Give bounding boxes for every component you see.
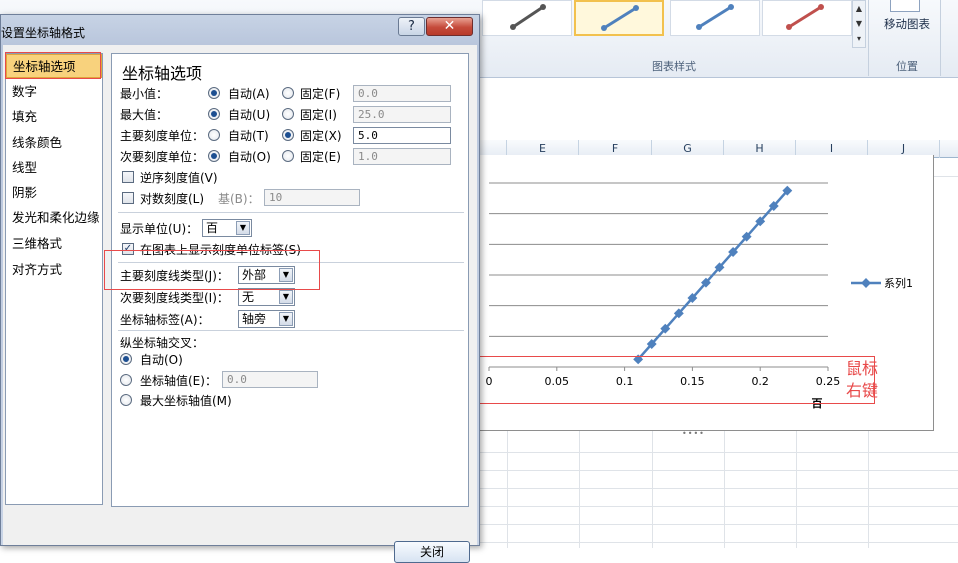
chart-resize-handle[interactable]: •••• [682,429,705,438]
cross-auto-label[interactable]: 自动(O) [140,351,183,368]
minor-auto-label[interactable]: 自动(O) [228,148,271,165]
cross-label: 纵坐标轴交叉： [120,336,205,350]
gallery-up-icon[interactable]: ▲ [853,1,865,16]
log-base-field[interactable]: 10 [264,189,360,206]
panel-separator [118,212,464,213]
major-auto-label[interactable]: 自动(T) [228,127,269,144]
minor-unit-label: 次要刻度单位： [120,150,205,164]
log-scale-checkbox[interactable] [122,192,134,204]
nav-item-alignment[interactable]: 对齐方式 [6,258,102,282]
chart-style-2-preview [601,5,639,31]
minor-tick-select[interactable]: 无 ▼ [238,288,295,306]
chevron-down-icon[interactable]: ▼ [236,221,250,235]
grid-row-line [470,524,958,525]
minor-tick-value: 无 [242,290,255,304]
move-chart-button[interactable]: 移动图表 [874,16,940,32]
chart-style-1-preview [510,4,546,30]
chart-style-2[interactable] [574,0,664,36]
ribbon-group-separator [940,0,941,76]
grid-row-line [470,542,958,543]
nav-highlight-box [5,52,101,79]
move-chart-icon[interactable] [890,0,920,12]
close-icon[interactable]: ✕ [426,17,473,36]
max-auto-radio[interactable] [208,108,220,120]
log-base-label: 基(B)： [218,192,260,206]
nav-item-line-color[interactable]: 线条颜色 [6,131,102,155]
major-value-field[interactable]: 5.0 [353,127,451,144]
axis-highlight-box [471,356,875,404]
display-unit-select[interactable]: 百 ▼ [202,219,252,237]
ribbon-group-separator [868,0,869,76]
gallery-down-icon[interactable]: ▼ [853,16,865,31]
grid-row-line [470,488,958,489]
display-unit-label: 显示单位(U)： [120,222,199,236]
cross-max-radio[interactable] [120,394,132,406]
chart-style-3[interactable] [670,0,760,36]
dialog-body: 坐标轴选项 数字 填充 线条颜色 线型 阴影 发光和柔化边缘 三维格式 对齐方式… [3,45,477,563]
minor-fixed-radio[interactable] [282,150,294,162]
max-fixed-radio[interactable] [282,108,294,120]
help-button[interactable]: ? [398,17,425,36]
major-fixed-label[interactable]: 固定(X) [300,127,342,144]
reverse-label[interactable]: 逆序刻度值(V) [140,169,218,186]
dialog-title: 设置坐标轴格式 [1,26,86,40]
format-axis-dialog: 设置坐标轴格式 ? ✕ 坐标轴选项 数字 填充 线条颜色 线型 阴影 发光和柔化… [0,14,480,563]
chart-style-4-preview [786,4,824,30]
nav-list: 坐标轴选项 数字 填充 线条颜色 线型 阴影 发光和柔化边缘 三维格式 对齐方式 [5,53,103,505]
min-auto-radio[interactable] [208,87,220,99]
max-label: 最大值： [120,108,169,122]
min-fixed-label[interactable]: 固定(F) [300,85,340,102]
nav-item-fill[interactable]: 填充 [6,105,102,129]
grid-row-line [470,452,958,453]
grid-row-line [470,470,958,471]
axis-labels-label: 坐标轴标签(A)： [120,313,210,327]
chart-styles-group-label: 图表样式 [652,60,696,73]
cross-value-radio[interactable] [120,374,132,386]
reverse-checkbox[interactable] [122,171,134,183]
position-group-label: 位置 [896,60,918,73]
minor-tick-label: 次要刻度线类型(I)： [120,291,229,305]
nav-item-3d-format[interactable]: 三维格式 [6,232,102,256]
min-fixed-radio[interactable] [282,87,294,99]
panel-title: 坐标轴选项 [122,64,203,83]
annotation-text: 鼠标右键 [845,359,878,400]
min-auto-label[interactable]: 自动(A) [228,85,270,102]
axis-labels-select[interactable]: 轴旁 ▼ [238,310,295,328]
cross-value-label[interactable]: 坐标轴值(E)： [140,372,217,389]
nav-item-glow[interactable]: 发光和柔化边缘 [6,206,102,230]
max-value-field[interactable]: 25.0 [353,106,451,123]
chevron-down-icon[interactable]: ▼ [279,290,293,304]
close-button[interactable]: 关闭 [394,541,470,563]
cross-auto-radio[interactable] [120,353,132,365]
max-auto-label[interactable]: 自动(U) [228,106,270,123]
cross-value-field[interactable]: 0.0 [222,371,318,388]
major-fixed-radio[interactable] [282,129,294,141]
panel-separator [118,330,464,331]
max-fixed-label[interactable]: 固定(I) [300,106,337,123]
chart-style-3-preview [696,4,734,30]
display-unit-value: 百 [206,221,219,235]
nav-item-number[interactable]: 数字 [6,80,102,104]
min-label: 最小值： [120,87,169,101]
chevron-down-icon[interactable]: ▼ [279,312,293,326]
chart-style-4[interactable] [762,0,852,36]
chart-style-1[interactable] [482,0,572,36]
legend-label: 系列1 [884,276,913,290]
nav-item-shadow[interactable]: 阴影 [6,181,102,205]
minor-value-field[interactable]: 1.0 [353,148,451,165]
display-unit-highlight-box [104,250,320,290]
style-gallery-scroll[interactable]: ▲ ▼ ▾ [852,0,866,48]
log-scale-label[interactable]: 对数刻度(L) [140,190,204,207]
min-value-field[interactable]: 0.0 [353,85,451,102]
nav-item-line-style[interactable]: 线型 [6,156,102,180]
major-unit-label: 主要刻度单位： [120,129,205,143]
axis-labels-value: 轴旁 [242,312,267,326]
gallery-more-icon[interactable]: ▾ [853,31,865,46]
minor-fixed-label[interactable]: 固定(E) [300,148,341,165]
cross-max-label[interactable]: 最大坐标轴值(M) [140,392,232,409]
major-auto-radio[interactable] [208,129,220,141]
grid-row-line [470,506,958,507]
legend-marker [861,278,871,288]
minor-auto-radio[interactable] [208,150,220,162]
